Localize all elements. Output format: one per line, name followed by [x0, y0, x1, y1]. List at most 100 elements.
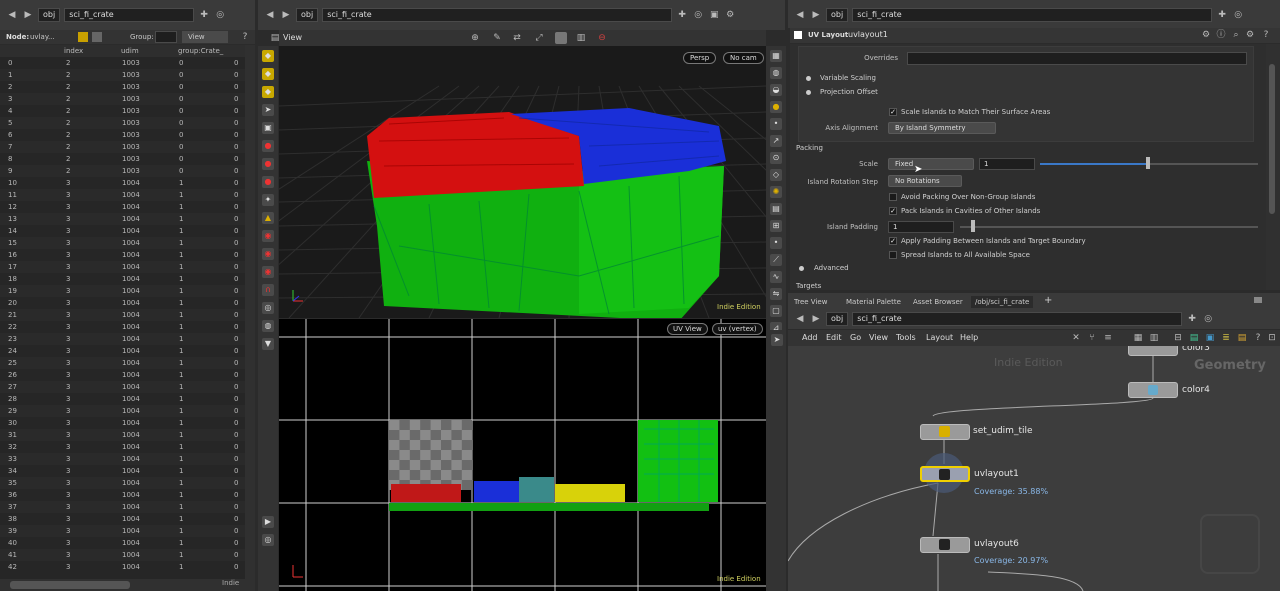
link-icon[interactable]: ◎ [1232, 9, 1244, 21]
scale-mode-dropdown[interactable]: Fixed [888, 158, 974, 170]
menu-edit[interactable]: Edit [826, 333, 842, 342]
forward-icon[interactable]: ▶ [280, 9, 292, 21]
bulb-icon[interactable]: ✺ [770, 186, 782, 198]
maximize-icon[interactable] [1254, 297, 1262, 303]
forward-icon[interactable]: ▶ [22, 9, 34, 21]
pin-icon[interactable]: ✚ [676, 9, 688, 21]
select-mode-icon[interactable]: ✎ [491, 32, 503, 44]
table-row[interactable]: 9 2 1003 0 0 [0, 165, 245, 177]
render-icon[interactable]: ▼ [262, 338, 274, 350]
info-icon[interactable]: ⓘ [1215, 29, 1227, 41]
grid-toggle-icon[interactable]: ▤ [770, 203, 782, 215]
lock-icon[interactable]: ▣ [262, 122, 274, 134]
spreadsheet-path-node[interactable]: sci_fi_crate [64, 8, 195, 22]
table-row[interactable]: 16 3 1004 1 0 [0, 249, 245, 261]
help-icon[interactable]: ? [239, 31, 251, 43]
uv-icon[interactable]: ⊞ [770, 220, 782, 232]
back-icon[interactable]: ◀ [264, 9, 276, 21]
table-row[interactable]: 20 3 1004 1 0 [0, 297, 245, 309]
menu-add[interactable]: Add [802, 333, 818, 342]
uv-view-menu[interactable]: UV View [667, 323, 708, 335]
table-row[interactable]: 25 3 1004 1 0 [0, 357, 245, 369]
table-row[interactable]: 27 3 1004 1 0 [0, 381, 245, 393]
apply-padding-checkbox[interactable]: ✓ [889, 237, 897, 245]
link-icon[interactable]: ◎ [1202, 313, 1214, 325]
sticky-icon[interactable]: ▤ [1236, 332, 1248, 344]
expand-dot-icon[interactable] [799, 266, 804, 271]
pin-icon[interactable]: ✚ [1186, 313, 1198, 325]
node-value[interactable]: uvlay... [30, 33, 55, 41]
params-path-node[interactable]: sci_fi_crate [852, 8, 1213, 22]
node-color3[interactable] [1128, 346, 1178, 356]
viewport-uv[interactable]: UV View uv (vertex) Indie Edition [279, 319, 766, 591]
vertex-icon[interactable]: ⊙ [770, 152, 782, 164]
targets-section[interactable]: Targets [796, 282, 821, 290]
snap-icon[interactable]: ⊕ [469, 32, 481, 44]
handle-icon[interactable]: ⤢ [533, 32, 545, 44]
table-row[interactable]: 41 3 1004 1 0 [0, 549, 245, 561]
forward-icon[interactable]: ▶ [810, 313, 822, 325]
link-icon[interactable]: ◎ [214, 9, 226, 21]
table-row[interactable]: 10 3 1004 1 0 [0, 177, 245, 189]
network-path-node[interactable]: sci_fi_crate [852, 312, 1183, 326]
back-icon[interactable]: ◀ [794, 9, 806, 21]
world-icon[interactable]: ◎ [262, 302, 274, 314]
table-row[interactable]: 23 3 1004 1 0 [0, 333, 245, 345]
help-icon[interactable]: ? [1260, 29, 1272, 41]
stack-icon[interactable]: ≣ [1220, 332, 1232, 344]
rotate-tool-icon[interactable]: ● [262, 140, 274, 152]
record-icon[interactable]: ⊖ [596, 32, 608, 44]
settings-icon[interactable]: ⚙ [1244, 29, 1256, 41]
table-row[interactable]: 17 3 1004 1 0 [0, 261, 245, 273]
table-row[interactable]: 33 3 1004 1 0 [0, 453, 245, 465]
table-row[interactable]: 39 3 1004 1 0 [0, 525, 245, 537]
camera-icon[interactable]: ◍ [262, 320, 274, 332]
table-row[interactable]: 26 3 1004 1 0 [0, 369, 245, 381]
table-row[interactable]: 32 3 1004 1 0 [0, 441, 245, 453]
grid-view-icon[interactable]: ▦ [1132, 332, 1144, 344]
table-row[interactable]: 36 3 1004 1 0 [0, 489, 245, 501]
table-row[interactable]: 4 2 1003 0 0 [0, 105, 245, 117]
table-row[interactable]: 2 2 1003 0 0 [0, 81, 245, 93]
frame-icon[interactable]: ▢ [770, 305, 782, 317]
params-scrollbar[interactable] [1266, 44, 1280, 290]
table-row[interactable]: 5 2 1003 0 0 [0, 117, 245, 129]
table-row[interactable]: 18 3 1004 1 0 [0, 273, 245, 285]
back-icon[interactable]: ◀ [6, 9, 18, 21]
flipbook-icon[interactable]: ▶ [262, 516, 274, 528]
table-row[interactable]: 7 2 1003 0 0 [0, 141, 245, 153]
node-name-field[interactable]: uvlayout1 [848, 30, 888, 39]
table-row[interactable]: 40 3 1004 1 0 [0, 537, 245, 549]
table-row[interactable]: 31 3 1004 1 0 [0, 429, 245, 441]
forward-icon[interactable]: ▶ [810, 9, 822, 21]
display-icon[interactable]: ▥ [575, 32, 587, 44]
view-dropdown[interactable]: View [182, 31, 228, 43]
menu-view[interactable]: View [869, 333, 888, 342]
spreadsheet-path-obj[interactable]: obj [38, 8, 61, 22]
render-icon[interactable]: ▤ [1188, 332, 1200, 344]
pin-icon[interactable]: ✚ [1216, 9, 1228, 21]
avoid-packing-checkbox[interactable] [889, 193, 897, 201]
projection-offset-label[interactable]: Projection Offset [820, 88, 878, 96]
table-row[interactable]: 30 3 1004 1 0 [0, 417, 245, 429]
layout-icon[interactable]: ▥ [1148, 332, 1160, 344]
viewport-3d[interactable]: Persp No cam Indie Edition [279, 46, 766, 318]
select-tool-icon[interactable]: ◆ [262, 50, 274, 62]
tab-network[interactable]: /obj/sci_fi_crate [971, 296, 1034, 308]
menu-go[interactable]: Go [850, 333, 861, 342]
hscroll-thumb[interactable] [10, 581, 130, 589]
shading-icon[interactable]: ◒ [770, 84, 782, 96]
help-icon[interactable]: ? [1252, 332, 1264, 344]
table-row[interactable]: 42 3 1004 1 0 [0, 561, 245, 573]
padding-slider-track[interactable] [960, 226, 1258, 228]
network-path-obj[interactable]: obj [826, 312, 849, 326]
tab-asset-browser[interactable]: Asset Browser [909, 296, 967, 308]
rotation-dropdown[interactable]: No Rotations [888, 175, 962, 187]
scale-islands-checkbox[interactable]: ✓ [889, 108, 897, 116]
back-icon[interactable]: ◀ [794, 313, 806, 325]
wire-icon[interactable]: ◇ [770, 169, 782, 181]
menu-layout[interactable]: Layout [926, 333, 953, 342]
ghost-icon[interactable]: ◍ [770, 67, 782, 79]
add-tab-icon[interactable]: + [1044, 295, 1052, 306]
table-row[interactable]: 38 3 1004 1 0 [0, 513, 245, 525]
